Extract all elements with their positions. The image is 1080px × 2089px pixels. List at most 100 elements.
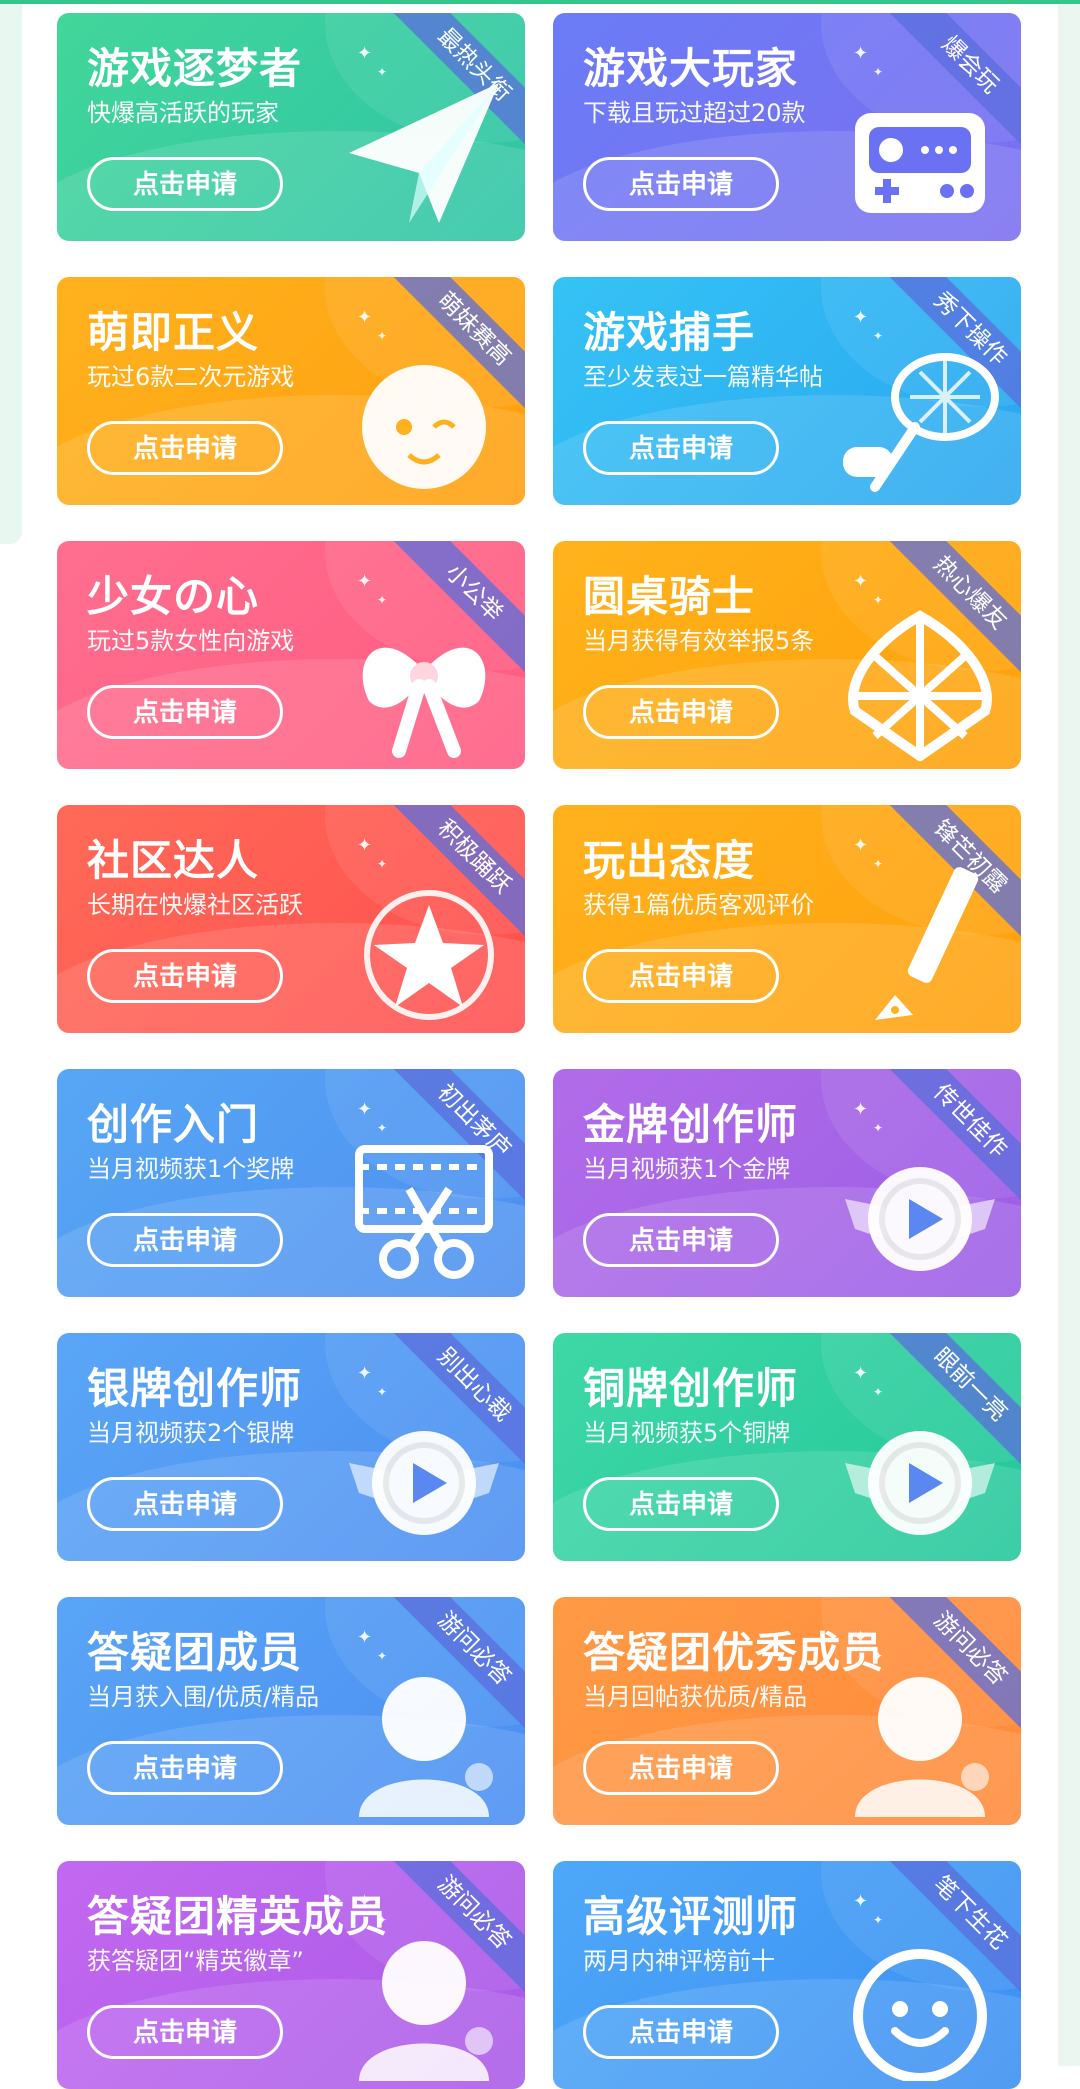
star-medal-icon	[339, 865, 509, 1025]
apply-button[interactable]: 点击申请	[87, 1213, 283, 1267]
badge-title: 玩出态度	[583, 836, 756, 885]
sparkle-icon: ✦	[873, 1121, 884, 1135]
badge-requirement: 下载且玩过超过20款	[583, 99, 806, 127]
user-badge-icon	[835, 1657, 1005, 1817]
apply-button[interactable]: 点击申请	[583, 949, 779, 1003]
badge-requirement: 当月获得有效举报5条	[583, 627, 815, 655]
apply-button[interactable]: 点击申请	[87, 2005, 283, 2059]
apply-button[interactable]: 点击申请	[583, 157, 779, 211]
badge-card: 游戏捕手 至少发表过一篇精华帖 点击申请 秀下操作 ✦ ✦	[553, 277, 1021, 505]
badge-card: 游戏逐梦者 快爆高活跃的玩家 点击申请 最热头衔 ✦ ✦	[57, 13, 525, 241]
anime-girl-icon	[339, 337, 509, 497]
apply-button[interactable]: 点击申请	[583, 685, 779, 739]
apply-button[interactable]: 点击申请	[583, 1213, 779, 1267]
apply-button[interactable]: 点击申请	[87, 157, 283, 211]
badge-card: 社区达人 长期在快爆社区活跃 点击申请 积极踊跃 ✦ ✦	[57, 805, 525, 1033]
sparkle-icon: ✦	[853, 571, 869, 592]
apply-button[interactable]: 点击申请	[87, 685, 283, 739]
badge-requirement: 当月获入围/优质/精品	[87, 1683, 320, 1711]
sparkle-icon: ✦	[853, 1363, 869, 1384]
right-edge-panel	[1058, 4, 1080, 2066]
apply-button[interactable]: 点击申请	[583, 1477, 779, 1531]
sparkle-icon: ✦	[853, 43, 869, 64]
sparkle-icon: ✦	[377, 857, 388, 871]
badge-title: 答疑团成员	[87, 1628, 303, 1677]
catch-net-icon	[835, 337, 1005, 497]
shield-icon	[835, 601, 1005, 763]
badge-requirement: 当月视频获1个金牌	[583, 1155, 791, 1183]
play-medal-icon	[835, 1393, 1005, 1553]
badge-requirement: 两月内神评榜前十	[583, 1947, 775, 1975]
user-badge-icon	[339, 1657, 509, 1817]
pen-icon	[835, 865, 1005, 1025]
sparkle-icon: ✦	[357, 1627, 373, 1648]
sparkle-icon: ✦	[873, 329, 884, 343]
badge-requirement: 当月视频获1个奖牌	[87, 1155, 295, 1183]
badge-requirement: 获答疑团“精英徽章”	[87, 1947, 304, 1975]
sparkle-icon: ✦	[873, 1649, 884, 1663]
badge-card: 萌即正义 玩过6款二次元游戏 点击申请 萌妹赛高 ✦ ✦	[57, 277, 525, 505]
sparkle-icon: ✦	[357, 571, 373, 592]
badge-requirement: 获得1篇优质客观评价	[583, 891, 815, 919]
apply-button[interactable]: 点击申请	[87, 421, 283, 475]
badge-title: 金牌创作师	[583, 1100, 799, 1149]
badge-card: 答疑团精英成员 获答疑团“精英徽章” 点击申请 游问必答 ✦ ✦	[57, 1861, 525, 2089]
apply-button[interactable]: 点击申请	[87, 1741, 283, 1795]
play-medal-icon	[835, 1129, 1005, 1289]
badge-card: 银牌创作师 当月视频获2个银牌 点击申请 别出心裁 ✦ ✦	[57, 1333, 525, 1561]
badge-title: 社区达人	[87, 836, 260, 885]
sparkle-icon: ✦	[853, 1099, 869, 1120]
sparkle-icon: ✦	[873, 593, 884, 607]
badge-title: 萌即正义	[87, 308, 260, 357]
top-strip	[0, 0, 1080, 4]
sparkle-icon: ✦	[357, 43, 373, 64]
badge-requirement: 玩过6款二次元游戏	[87, 363, 295, 391]
sparkle-icon: ✦	[377, 329, 388, 343]
user-badge-icon	[339, 1921, 509, 2081]
sparkle-icon: ✦	[377, 593, 388, 607]
badge-card: 答疑团成员 当月获入围/优质/精品 点击申请 游问必答 ✦ ✦	[57, 1597, 525, 1825]
badge-card: 玩出态度 获得1篇优质客观评价 点击申请 锋芒初露 ✦ ✦	[553, 805, 1021, 1033]
sparkle-icon: ✦	[357, 1363, 373, 1384]
game-console-icon	[835, 73, 1005, 233]
smiley-icon	[835, 1921, 1005, 2083]
badge-card: 铜牌创作师 当月视频获5个铜牌 点击申请 眼前一亮 ✦ ✦	[553, 1333, 1021, 1561]
sparkle-icon: ✦	[873, 65, 884, 79]
badge-title: 游戏捕手	[583, 308, 756, 357]
paper-plane-icon	[339, 73, 509, 233]
badge-card: 创作入门 当月视频获1个奖牌 点击申请 初出茅庐 ✦ ✦	[57, 1069, 525, 1297]
badge-card: 金牌创作师 当月视频获1个金牌 点击申请 传世佳作 ✦ ✦	[553, 1069, 1021, 1297]
badge-card: 答疑团优秀成员 当月回帖获优质/精品 点击申请 游问必答 ✦ ✦	[553, 1597, 1021, 1825]
film-scissors-icon	[339, 1129, 509, 1289]
badge-requirement: 长期在快爆社区活跃	[87, 891, 303, 919]
bow-icon	[339, 601, 509, 761]
badge-requirement: 当月视频获5个铜牌	[583, 1419, 791, 1447]
sparkle-icon: ✦	[873, 1913, 884, 1927]
badge-card: 高级评测师 两月内神评榜前十 点击申请 笔下生花 ✦ ✦	[553, 1861, 1021, 2089]
badge-requirement: 当月视频获2个银牌	[87, 1419, 295, 1447]
sparkle-icon: ✦	[377, 1385, 388, 1399]
badge-title: 游戏逐梦者	[87, 44, 303, 93]
badge-card: 游戏大玩家 下载且玩过超过20款 点击申请 爆会玩 ✦ ✦	[553, 13, 1021, 241]
sparkle-icon: ✦	[377, 1649, 388, 1663]
sparkle-icon: ✦	[853, 835, 869, 856]
sparkle-icon: ✦	[853, 1891, 869, 1912]
badge-card: 圆桌骑士 当月获得有效举报5条 点击申请 热心爆友 ✦ ✦	[553, 541, 1021, 769]
apply-button[interactable]: 点击申请	[87, 1477, 283, 1531]
badge-requirement: 玩过5款女性向游戏	[87, 627, 295, 655]
badge-grid: 游戏逐梦者 快爆高活跃的玩家 点击申请 最热头衔 ✦ ✦ 游戏大玩家 下载且玩过…	[57, 13, 1021, 2089]
apply-button[interactable]: 点击申请	[583, 1741, 779, 1795]
apply-button[interactable]: 点击申请	[583, 421, 779, 475]
badge-title: 高级评测师	[583, 1892, 799, 1941]
badge-requirement: 当月回帖获优质/精品	[583, 1683, 808, 1711]
badge-requirement: 至少发表过一篇精华帖	[583, 363, 823, 391]
sparkle-icon: ✦	[357, 307, 373, 328]
badge-requirement: 快爆高活跃的玩家	[87, 99, 279, 127]
sparkle-icon: ✦	[873, 1385, 884, 1399]
badge-title: 游戏大玩家	[583, 44, 799, 93]
sparkle-icon: ✦	[377, 1913, 388, 1927]
apply-button[interactable]: 点击申请	[583, 2005, 779, 2059]
apply-button[interactable]: 点击申请	[87, 949, 283, 1003]
sparkle-icon: ✦	[357, 835, 373, 856]
badge-title: 圆桌骑士	[583, 572, 756, 621]
